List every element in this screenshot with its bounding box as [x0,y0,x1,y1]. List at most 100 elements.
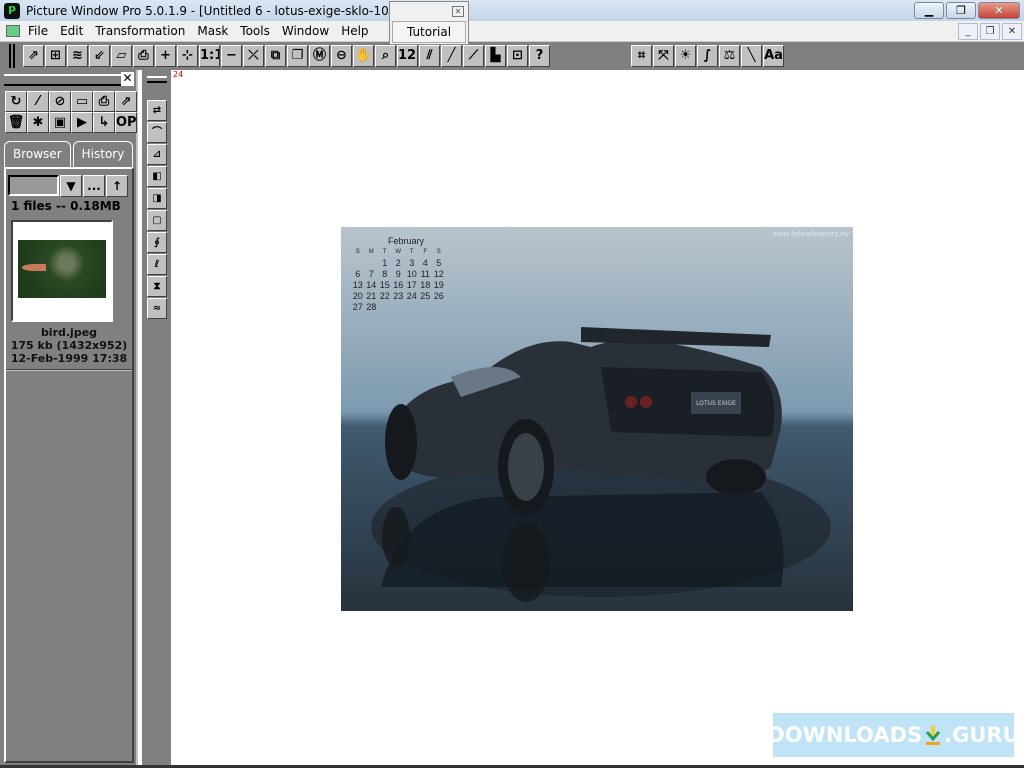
file-thumbnail[interactable] [11,220,113,322]
flip-button[interactable]: ⇄ [147,100,167,121]
brush-button[interactable]: ╱ [441,45,462,67]
magnifier-button[interactable]: ⌕ [375,45,396,67]
1-1-icon: 1:1 [200,48,219,63]
menu-edit[interactable]: Edit [60,24,83,38]
help-button[interactable]: ? [529,45,550,67]
copy-button[interactable]: ❐ [287,45,308,67]
panel-grip[interactable] [4,74,134,86]
scan-button[interactable]: ▱ [111,45,132,67]
toolbar-grip[interactable] [9,44,15,68]
minimize-button[interactable]: ▁ [914,2,944,19]
tab-history[interactable]: History [72,141,134,167]
popup-close-icon[interactable]: ✕ [452,6,464,17]
mask-m-button[interactable]: Ⓜ [309,45,330,67]
mdi-restore-button[interactable]: ❐ [980,23,1000,40]
file-name: bird.jpeg [40,326,98,339]
waves-button[interactable]: ≋ [67,45,88,67]
import-button[interactable]: ⇙ [89,45,110,67]
tutorial-popup: ✕ Tutorial [389,1,469,45]
print-button[interactable]: ⎙ [133,45,154,67]
menu-mask[interactable]: Mask [197,24,228,38]
counter-button[interactable]: 123 [397,45,418,67]
crop-button[interactable]: ⌗ [631,45,652,67]
menu-tools[interactable]: Tools [240,24,270,38]
watermark: www.hdwallpapers.eu [772,230,849,238]
curves-button[interactable]: ∫ [697,45,718,67]
wand-button[interactable]: ⁄ [27,91,49,112]
mdi-minimize-button[interactable]: _ [958,23,978,40]
browse-button[interactable]: ... [83,175,105,197]
new-folder-button[interactable]: ✱ [27,112,49,133]
shrink-button[interactable]: ⤫ [243,45,264,67]
scroll-button[interactable]: ≈ [147,298,167,319]
dropdown-button[interactable]: ▼ [60,175,82,197]
import-icon: ⇙ [94,48,105,63]
menu-help[interactable]: Help [341,24,368,38]
scroll-icon: ≈ [152,303,162,314]
book-button[interactable]: ▭ [71,91,93,112]
duplicate-button[interactable]: ⧉ [265,45,286,67]
mdi-close-button[interactable]: ✕ [1002,23,1022,40]
opt-button[interactable]: OPT [115,112,137,133]
play-button[interactable]: ▶ [71,112,93,133]
hand-button[interactable]: ✋ [353,45,374,67]
step-button[interactable]: ↳ [93,112,115,133]
trash-button[interactable]: 🗑 [5,112,27,133]
hourglass-button[interactable]: ⧗ [147,276,167,297]
zoom-circle-icon: ⊖ [336,48,347,63]
calendar-date [351,258,365,269]
histogram-button[interactable]: ▙ [485,45,506,67]
toolbar-grip[interactable] [147,76,167,83]
zoom-out-button[interactable]: − [221,45,242,67]
perspective-button[interactable]: ⊿ [147,144,167,165]
up-folder-button[interactable]: ↑ [106,175,128,197]
balance-button[interactable]: ⚖ [719,45,740,67]
export-button[interactable]: ⇗ [115,91,137,112]
curve-grid-button[interactable]: ∮ [147,232,167,253]
restore-button[interactable]: ❐ [946,2,976,19]
zoom-circle-button[interactable]: ⊖ [331,45,352,67]
brush-dark-button[interactable]: ⟋ [463,45,484,67]
no-wand-button[interactable]: ⊘ [49,91,71,112]
calendar-date: 12 [433,269,444,279]
image-canvas[interactable]: LOTUS EXIGE www.hdwallpapers.eu February… [341,227,853,611]
menu-transformation[interactable]: Transformation [95,24,185,38]
path-input[interactable] [8,175,59,196]
brush-icon: ╱ [447,48,456,63]
tab-browser[interactable]: Browser [4,141,71,167]
menu-window[interactable]: Window [282,24,329,38]
cube-button[interactable]: ▢ [147,210,167,231]
hourglass-icon: ⧗ [153,281,161,292]
calendar-date: 14 [366,280,377,290]
close-button[interactable]: ✕ [978,2,1020,19]
panel-close-icon[interactable]: ✕ [121,72,134,86]
refresh-button[interactable]: ↻ [5,91,27,112]
menu-file[interactable]: File [28,24,48,38]
curves-icon: ∫ [703,48,712,63]
briefcase-button[interactable]: ⊡ [507,45,528,67]
text-button[interactable]: Aa [763,45,784,67]
brush-double-button[interactable]: ⫽ [419,45,440,67]
gradient-a-button[interactable]: ◧ [147,166,167,187]
printer-button[interactable]: ⎙ [93,91,115,112]
resize-button[interactable]: ⤧ [653,45,674,67]
grid-button[interactable]: ⊞ [45,45,66,67]
gradient-b-button[interactable]: ◨ [147,188,167,209]
brightness-button[interactable]: ☀ [675,45,696,67]
magnifier-icon: ⌕ [381,48,390,63]
zoom-in-button[interactable]: + [155,45,176,67]
menu-bar: File Edit Transformation Mask Tools Window Hel… [0,21,1024,42]
downloads-guru-badge: DOWNLOADS .GURU [767,713,1020,757]
document-icon[interactable] [6,25,20,37]
fit-button[interactable]: ⊹ [177,45,198,67]
open-button[interactable]: ⇗ [23,45,44,67]
bird-image [18,240,106,298]
line-button[interactable]: ╲ [741,45,762,67]
wave-button[interactable]: ℓ [147,254,167,275]
image-button[interactable]: ▣ [49,112,71,133]
tutorial-button[interactable]: Tutorial [392,21,466,43]
1-1-button[interactable]: 1:1 [199,45,220,67]
horizon-button[interactable]: ⌒ [147,122,167,143]
calendar-date: 26 [433,291,444,301]
calendar-date: 28 [366,302,377,312]
